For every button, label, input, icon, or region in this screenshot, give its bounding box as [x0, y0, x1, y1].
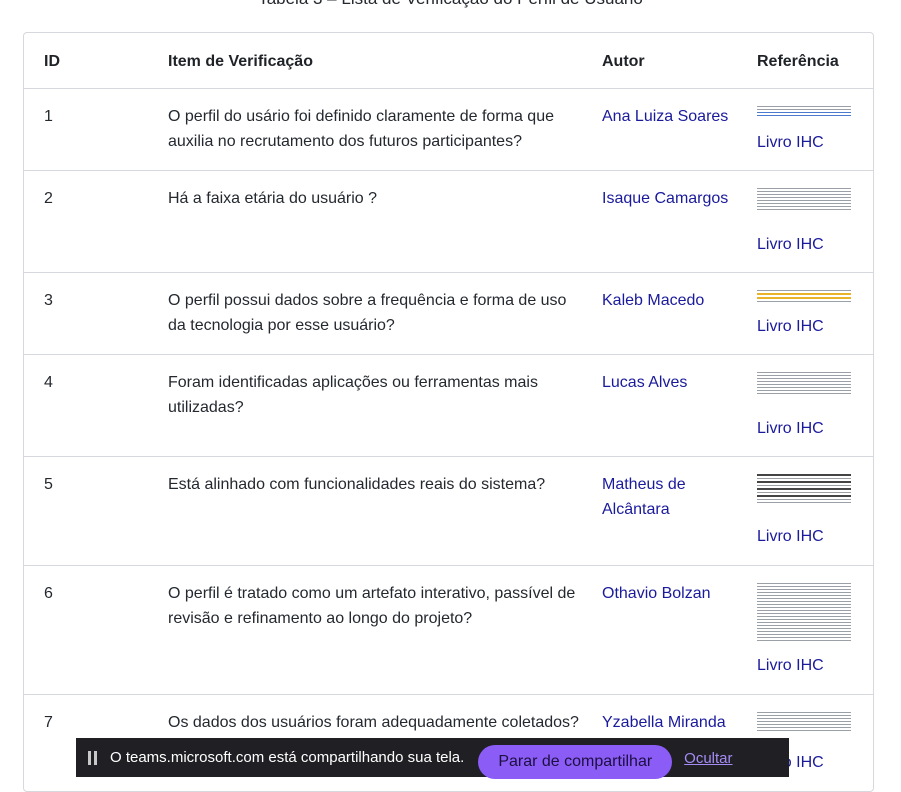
row-id: 5	[24, 457, 168, 566]
row-id: 4	[24, 355, 168, 457]
share-message: O teams.microsoft.com está compartilhand…	[110, 749, 464, 766]
author-link[interactable]: Isaque Camargos	[602, 190, 728, 207]
row-id: 1	[24, 89, 168, 171]
reference-link[interactable]: Livro IHC	[757, 318, 824, 335]
reference-thumbnail[interactable]	[757, 581, 851, 643]
row-autor: Ana Luiza Soares	[602, 89, 757, 171]
row-id: 6	[24, 566, 168, 695]
author-link[interactable]: Ana Luiza Soares	[602, 108, 728, 125]
reference-thumbnail[interactable]	[757, 288, 851, 304]
table-row: 6 O perfil é tratado como um artefato in…	[24, 566, 873, 695]
row-autor: Othavio Bolzan	[602, 566, 757, 695]
row-item: Está alinhado com funcionalidades reais …	[168, 457, 602, 566]
table-row: 5 Está alinhado com funcionalidades reai…	[24, 457, 873, 566]
reference-link[interactable]: Livro IHC	[757, 134, 824, 151]
row-item: O perfil é tratado como um artefato inte…	[168, 566, 602, 695]
author-link[interactable]: Kaleb Macedo	[602, 292, 704, 309]
author-link[interactable]: Yzabella Miranda	[602, 714, 726, 731]
reference-thumbnail[interactable]	[757, 370, 851, 406]
author-link[interactable]: Othavio Bolzan	[602, 585, 711, 602]
pause-icon[interactable]	[88, 751, 98, 765]
row-autor: Kaleb Macedo	[602, 273, 757, 355]
reference-link[interactable]: Livro IHC	[757, 528, 824, 545]
row-autor: Lucas Alves	[602, 355, 757, 457]
reference-thumbnail[interactable]	[757, 710, 851, 740]
stop-sharing-button[interactable]: Parar de compartilhar	[478, 745, 672, 779]
row-ref: Livro IHC	[757, 273, 873, 355]
row-item: O perfil possui dados sobre a frequência…	[168, 273, 602, 355]
header-ref: Referência	[757, 33, 873, 89]
hide-link[interactable]: Ocultar	[684, 750, 732, 767]
reference-thumbnail[interactable]	[757, 186, 851, 222]
row-id: 2	[24, 171, 168, 273]
table-row: 3 O perfil possui dados sobre a frequênc…	[24, 273, 873, 355]
row-item: O perfil do usário foi definido claramen…	[168, 89, 602, 171]
row-item: Foram identificadas aplicações ou ferram…	[168, 355, 602, 457]
reference-thumbnail[interactable]	[757, 472, 851, 514]
row-ref: Livro IHC	[757, 566, 873, 695]
reference-link[interactable]: Livro IHC	[757, 657, 824, 674]
author-link[interactable]: Matheus de Alcântara	[602, 476, 686, 518]
author-link[interactable]: Lucas Alves	[602, 374, 687, 391]
reference-link[interactable]: Livro IHC	[757, 236, 824, 253]
header-item: Item de Verificação	[168, 33, 602, 89]
row-autor: Matheus de Alcântara	[602, 457, 757, 566]
row-ref: Livro IHC	[757, 171, 873, 273]
row-id: 3	[24, 273, 168, 355]
screen-share-bar: O teams.microsoft.com está compartilhand…	[76, 738, 789, 777]
verification-table-container: ID Item de Verificação Autor Referência …	[23, 32, 874, 792]
reference-thumbnail[interactable]	[757, 104, 851, 120]
table-row: 2 Há a faixa etária do usuário ? Isaque …	[24, 171, 873, 273]
row-ref: Livro IHC	[757, 355, 873, 457]
table-row: 4 Foram identificadas aplicações ou ferr…	[24, 355, 873, 457]
header-autor: Autor	[602, 33, 757, 89]
verification-table: ID Item de Verificação Autor Referência …	[24, 33, 873, 792]
table-header-row: ID Item de Verificação Autor Referência	[24, 33, 873, 89]
row-item: Há a faixa etária do usuário ?	[168, 171, 602, 273]
header-id: ID	[24, 33, 168, 89]
table-row: 1 O perfil do usário foi definido claram…	[24, 89, 873, 171]
row-ref: Livro IHC	[757, 457, 873, 566]
reference-link[interactable]: Livro IHC	[757, 420, 824, 437]
row-ref: Livro IHC	[757, 89, 873, 171]
row-autor: Isaque Camargos	[602, 171, 757, 273]
table-caption: Tabela 3 – Lista de Verificação do Perfi…	[0, 0, 901, 9]
